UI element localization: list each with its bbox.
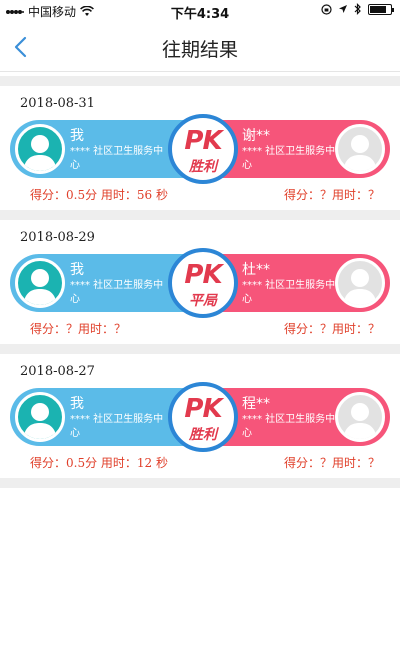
person-silhouette-icon xyxy=(343,269,377,305)
my-name: 我 xyxy=(70,396,84,412)
pk-bar: 我 **** 社区卫生服务中心 谢** **** 社区卫生服务中心 PK 胜利 xyxy=(10,114,390,184)
opponent-score: 得分：？用时：？ xyxy=(283,188,380,202)
pk-label: PK xyxy=(184,394,222,424)
opponent-org: **** 社区卫生服务中心 xyxy=(242,146,336,171)
battery-fill xyxy=(370,5,386,13)
my-avatar xyxy=(15,124,65,174)
my-name: 我 xyxy=(70,128,84,144)
my-name: 我 xyxy=(70,262,84,278)
record-date: 2018-08-31 xyxy=(20,96,95,111)
my-avatar xyxy=(15,392,65,442)
opponent-name: 程** xyxy=(242,396,270,412)
opponent-avatar xyxy=(335,124,385,174)
person-silhouette-icon xyxy=(23,403,57,439)
person-silhouette-icon xyxy=(343,403,377,439)
opponent-org: **** 社区卫生服务中心 xyxy=(242,280,336,305)
pk-bar: 我 **** 社区卫生服务中心 程** **** 社区卫生服务中心 PK 胜利 xyxy=(10,382,390,452)
record-date: 2018-08-27 xyxy=(20,364,95,379)
record-date: 2018-08-29 xyxy=(20,230,95,245)
my-score: 得分：？用时：？ xyxy=(30,322,127,336)
pk-result: 平局 xyxy=(189,293,217,309)
opponent-name: 杜** xyxy=(242,262,270,278)
record-card[interactable]: 2018-08-29 我 **** 社区卫生服务中心 杜** **** 社区卫生… xyxy=(0,220,400,344)
record-card[interactable]: 2018-08-31 我 **** 社区卫生服务中心 谢** **** 社区卫生… xyxy=(0,86,400,210)
pk-result: 胜利 xyxy=(189,427,217,443)
pk-result: 胜利 xyxy=(189,159,217,175)
pk-bar: 我 **** 社区卫生服务中心 杜** **** 社区卫生服务中心 PK 平局 xyxy=(10,248,390,318)
opponent-name: 谢** xyxy=(242,128,270,144)
section-divider xyxy=(0,344,400,354)
record-card[interactable]: 2018-08-27 我 **** 社区卫生服务中心 程** **** 社区卫生… xyxy=(0,354,400,478)
my-score: 得分：0.5分 用时：56 秒 xyxy=(30,188,168,202)
person-silhouette-icon xyxy=(343,135,377,171)
my-avatar xyxy=(15,258,65,308)
pk-badge: PK 平局 xyxy=(168,248,238,318)
screen-lock-icon xyxy=(321,3,332,15)
my-org: **** 社区卫生服务中心 xyxy=(70,414,164,439)
my-org: **** 社区卫生服务中心 xyxy=(70,280,164,305)
section-divider xyxy=(0,76,400,86)
opponent-score: 得分：？用时：？ xyxy=(283,456,380,470)
opponent-score: 得分：？用时：？ xyxy=(283,322,380,336)
nav-bar: 往期结果 xyxy=(0,22,400,72)
section-divider xyxy=(0,478,400,488)
opponent-org: **** 社区卫生服务中心 xyxy=(242,414,336,439)
my-score: 得分：0.5分 用时：12 秒 xyxy=(30,456,168,470)
my-org: **** 社区卫生服务中心 xyxy=(70,146,164,171)
status-bar: 中国移动 下午4:34 xyxy=(0,0,400,22)
opponent-avatar xyxy=(335,258,385,308)
battery-icon xyxy=(368,3,394,15)
pk-label: PK xyxy=(184,260,222,290)
section-divider xyxy=(0,210,400,220)
pk-label: PK xyxy=(184,126,222,156)
bluetooth-icon xyxy=(354,3,361,15)
pk-badge: PK 胜利 xyxy=(168,382,238,452)
page-title: 往期结果 xyxy=(161,39,238,61)
pk-badge: PK 胜利 xyxy=(168,114,238,184)
status-bar-right xyxy=(321,3,394,15)
opponent-avatar xyxy=(335,392,385,442)
location-icon xyxy=(339,5,347,13)
person-silhouette-icon xyxy=(23,269,57,305)
person-silhouette-icon xyxy=(23,135,57,171)
